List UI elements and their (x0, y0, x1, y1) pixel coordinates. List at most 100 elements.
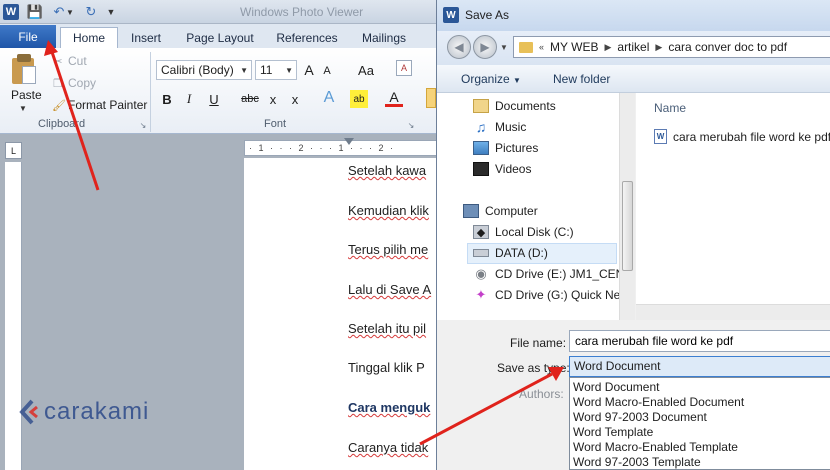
doc-line: Setelah itu pil (348, 321, 426, 336)
file-name-input[interactable] (569, 330, 830, 352)
scrollbar-thumb[interactable] (622, 181, 633, 271)
font-name-select[interactable]: Calibri (Body) ▼ (156, 60, 252, 80)
tab-insert[interactable]: Insert (126, 27, 166, 48)
save-type-option[interactable]: Word 97-2003 Template (573, 455, 701, 469)
tab-selector-icon[interactable]: L (5, 142, 22, 159)
superscript-button[interactable]: x (286, 90, 304, 108)
organize-button[interactable]: Organize ▼ (461, 72, 521, 86)
tab-mailings[interactable]: Mailings (356, 27, 412, 48)
nav-item-label: Local Disk (C:) (495, 225, 574, 239)
nav-item-videos[interactable]: Videos (473, 159, 531, 179)
tab-home[interactable]: Home (60, 27, 118, 48)
word-document-icon: W (654, 129, 667, 144)
paintbrush-icon: 🖌 (52, 99, 66, 112)
clipboard-clip (17, 54, 31, 62)
italic-button[interactable]: I (180, 90, 198, 108)
customize-toolbar-icon[interactable]: ▼ (106, 3, 116, 21)
paste-button[interactable]: Paste (11, 88, 42, 102)
navigation-scrollbar[interactable] (619, 93, 635, 320)
dialog-launcher-icon[interactable]: ↘ (138, 120, 148, 130)
chevron-right-icon[interactable]: ▶ (655, 42, 662, 53)
cd-drive-icon: ✦ (475, 287, 487, 302)
carakami-logo-icon (19, 399, 38, 425)
grow-font-button[interactable]: A (300, 61, 318, 79)
cut-label: Cut (68, 54, 87, 68)
save-type-option[interactable]: Word Macro-Enabled Template (573, 440, 738, 454)
doc-line: Setelah kawa (348, 163, 426, 178)
subscript-button[interactable]: x (264, 90, 282, 108)
new-folder-button[interactable]: New folder (553, 72, 610, 86)
undo-icon[interactable]: ↶ (51, 3, 67, 21)
computer-icon (463, 204, 479, 218)
local-disk-icon: ◆ (473, 225, 489, 239)
nav-item-label: CD Drive (G:) Quick Ne (495, 288, 621, 302)
strikethrough-button[interactable]: abc (238, 90, 262, 108)
font-size-select[interactable]: 11 ▼ (255, 60, 297, 80)
text-effects-button[interactable]: A (320, 89, 338, 107)
column-header-name[interactable]: Name (654, 101, 686, 115)
nav-item-cd-drive-g[interactable]: ✦ CD Drive (G:) Quick Ne (473, 285, 621, 305)
underline-button[interactable]: U (205, 90, 223, 108)
chevron-down-icon: ▼ (285, 66, 293, 75)
font-group-label: Font (264, 118, 287, 130)
copy-button[interactable]: ❐ Copy (52, 76, 96, 90)
doc-line-text: Cara menguk (348, 400, 431, 415)
word-logo-icon: W (3, 4, 19, 20)
nav-item-documents[interactable]: Documents (473, 96, 556, 116)
nav-item-label: Pictures (495, 141, 539, 155)
breadcrumb-overflow-icon[interactable]: « (539, 42, 544, 52)
doc-line: Terus pilih me (348, 242, 428, 257)
nav-item-pictures[interactable]: Pictures (473, 138, 538, 158)
breadcrumb-item[interactable]: cara conver doc to pdf (668, 40, 787, 54)
breadcrumb-item[interactable]: MY WEB (550, 40, 598, 54)
tab-references[interactable]: References (272, 27, 342, 48)
bold-button[interactable]: B (158, 90, 176, 108)
authors-label: Authors: (519, 387, 564, 401)
doc-line: Caranya tidak (348, 440, 428, 455)
paste-dropdown-icon[interactable]: ▼ (19, 104, 27, 113)
recent-locations-icon[interactable]: ▼ (500, 43, 508, 52)
nav-item-music[interactable]: ♫ Music (473, 117, 527, 137)
styles-gallery-edge[interactable] (426, 88, 436, 108)
nav-item-data-drive[interactable]: DATA (D:) (473, 243, 548, 263)
cut-button[interactable]: ✂ Cut (52, 54, 87, 68)
tab-page-layout[interactable]: Page Layout (180, 27, 260, 48)
save-type-option[interactable]: Word Macro-Enabled Document (573, 395, 744, 409)
format-painter-button[interactable]: 🖌 Format Painter (52, 98, 147, 112)
undo-dropdown-icon[interactable]: ▼ (66, 3, 74, 21)
horizontal-scrollbar[interactable] (636, 304, 830, 320)
file-list-item[interactable]: W cara merubah file word ke pdf (654, 129, 830, 144)
scissors-icon: ✂ (53, 55, 63, 68)
nav-item-cd-drive-e[interactable]: ◉ CD Drive (E:) JM1_CENA (473, 264, 632, 284)
dialog-launcher-icon[interactable]: ↘ (406, 120, 416, 130)
back-button[interactable]: ◀ (447, 35, 471, 59)
doc-line-text: Setelah kawa (348, 163, 427, 178)
save-icon[interactable]: 💾 (27, 3, 43, 21)
breadcrumb-item[interactable]: artikel (617, 40, 649, 54)
font-color-button[interactable]: A (385, 89, 403, 107)
tab-file[interactable]: File (0, 25, 56, 48)
redo-icon[interactable]: ↻ (83, 3, 99, 21)
dialog-title-bar[interactable]: W Save As (437, 0, 830, 31)
file-name: cara merubah file word ke pdf (673, 129, 830, 144)
save-type-option[interactable]: Word Document (573, 380, 659, 394)
indent-marker-icon[interactable] (344, 138, 354, 145)
document-page[interactable]: Setelah kawa Kemudian klik Terus pilih m… (244, 158, 444, 470)
nav-item-computer[interactable]: Computer (463, 201, 538, 221)
save-type-option[interactable]: Word 97-2003 Document (573, 410, 707, 424)
videos-icon (473, 162, 489, 176)
change-case-button[interactable]: Aa (354, 61, 378, 79)
highlight-button[interactable]: ab (350, 90, 368, 108)
chevron-right-icon[interactable]: ▶ (604, 42, 611, 53)
save-type-option[interactable]: Word Template (573, 425, 653, 439)
paste-icon[interactable] (10, 54, 38, 84)
clear-formatting-button[interactable]: A (396, 60, 412, 76)
save-type-select[interactable]: Word Document (569, 356, 830, 377)
address-bar[interactable]: « MY WEB ▶ artikel ▶ cara conver doc to … (513, 36, 830, 58)
shrink-font-button[interactable]: A (318, 62, 336, 80)
forward-button[interactable]: ▶ (473, 35, 497, 59)
clipboard-sheet (22, 66, 36, 84)
font-size-value: 11 (260, 63, 273, 77)
doc-line-text: Terus pilih me (348, 242, 429, 257)
nav-item-local-disk[interactable]: ◆ Local Disk (C:) (473, 222, 574, 242)
